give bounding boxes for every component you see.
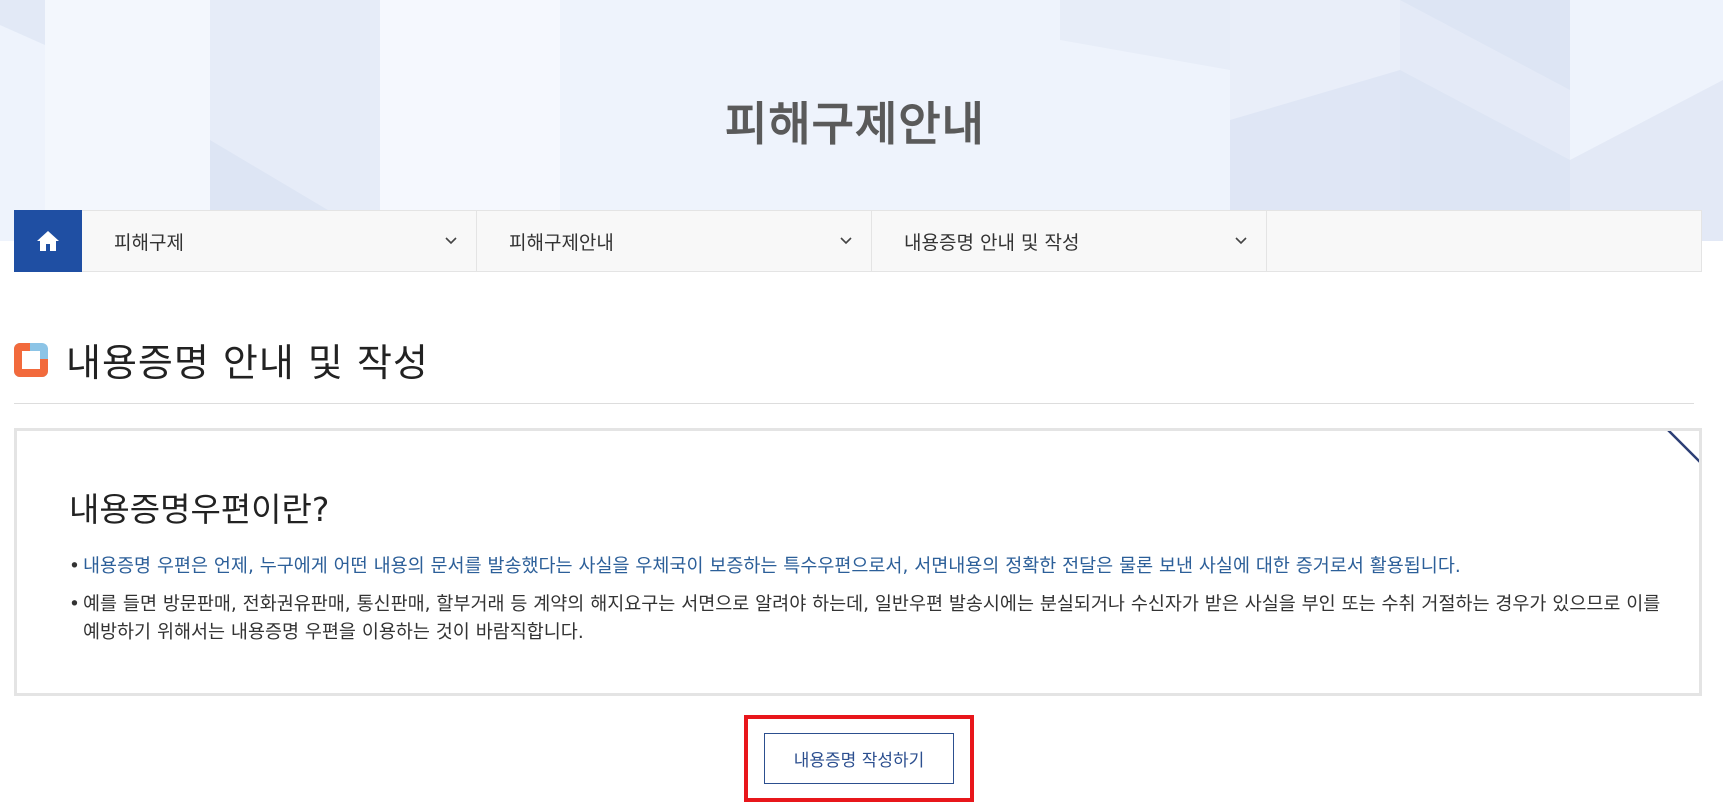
write-certified-letter-button[interactable]: 내용증명 작성하기 xyxy=(764,733,954,784)
breadcrumb-label: 피해구제 xyxy=(114,231,184,254)
highlight-box: 내용증명 작성하기 xyxy=(744,715,974,802)
breadcrumb-dropdown-1[interactable]: 피해구제 xyxy=(82,211,477,271)
card-description-list: 내용증명 우편은 언제, 누구에게 어떤 내용의 문서를 발송했다는 사실을 우… xyxy=(69,553,1669,657)
chevron-down-icon xyxy=(840,237,852,245)
chevron-down-icon xyxy=(1235,237,1247,245)
info-card: 내용증명우편이란? 내용증명 우편은 언제, 누구에게 어떤 내용의 문서를 발… xyxy=(14,428,1702,696)
breadcrumb-spacer xyxy=(1267,211,1701,271)
breadcrumb-dropdown-3[interactable]: 내용증명 안내 및 작성 xyxy=(872,211,1267,271)
breadcrumb: 피해구제 피해구제안내 내용증명 안내 및 작성 xyxy=(14,210,1702,272)
divider xyxy=(14,403,1694,404)
list-item: 예를 들면 방문판매, 전화권유판매, 통신판매, 할부거래 등 계약의 해지요… xyxy=(69,591,1669,647)
breadcrumb-dropdown-2[interactable]: 피해구제안내 xyxy=(477,211,872,271)
banner-title: 피해구제안내 xyxy=(725,97,985,151)
page-title: 내용증명 안내 및 작성 xyxy=(66,341,429,385)
breadcrumb-label: 내용증명 안내 및 작성 xyxy=(904,231,1080,254)
chevron-down-icon xyxy=(445,237,457,245)
home-icon xyxy=(37,231,59,251)
page-banner: 피해구제안내 xyxy=(0,0,1723,241)
corner-decoration-icon xyxy=(1665,431,1699,465)
page-heading: 내용증명 안내 및 작성 xyxy=(14,332,429,387)
card-title: 내용증명우편이란? xyxy=(69,490,330,529)
home-button[interactable] xyxy=(14,210,82,272)
list-item: 내용증명 우편은 언제, 누구에게 어떤 내용의 문서를 발송했다는 사실을 우… xyxy=(69,553,1669,581)
section-square-icon xyxy=(14,342,48,377)
breadcrumb-label: 피해구제안내 xyxy=(509,231,614,254)
